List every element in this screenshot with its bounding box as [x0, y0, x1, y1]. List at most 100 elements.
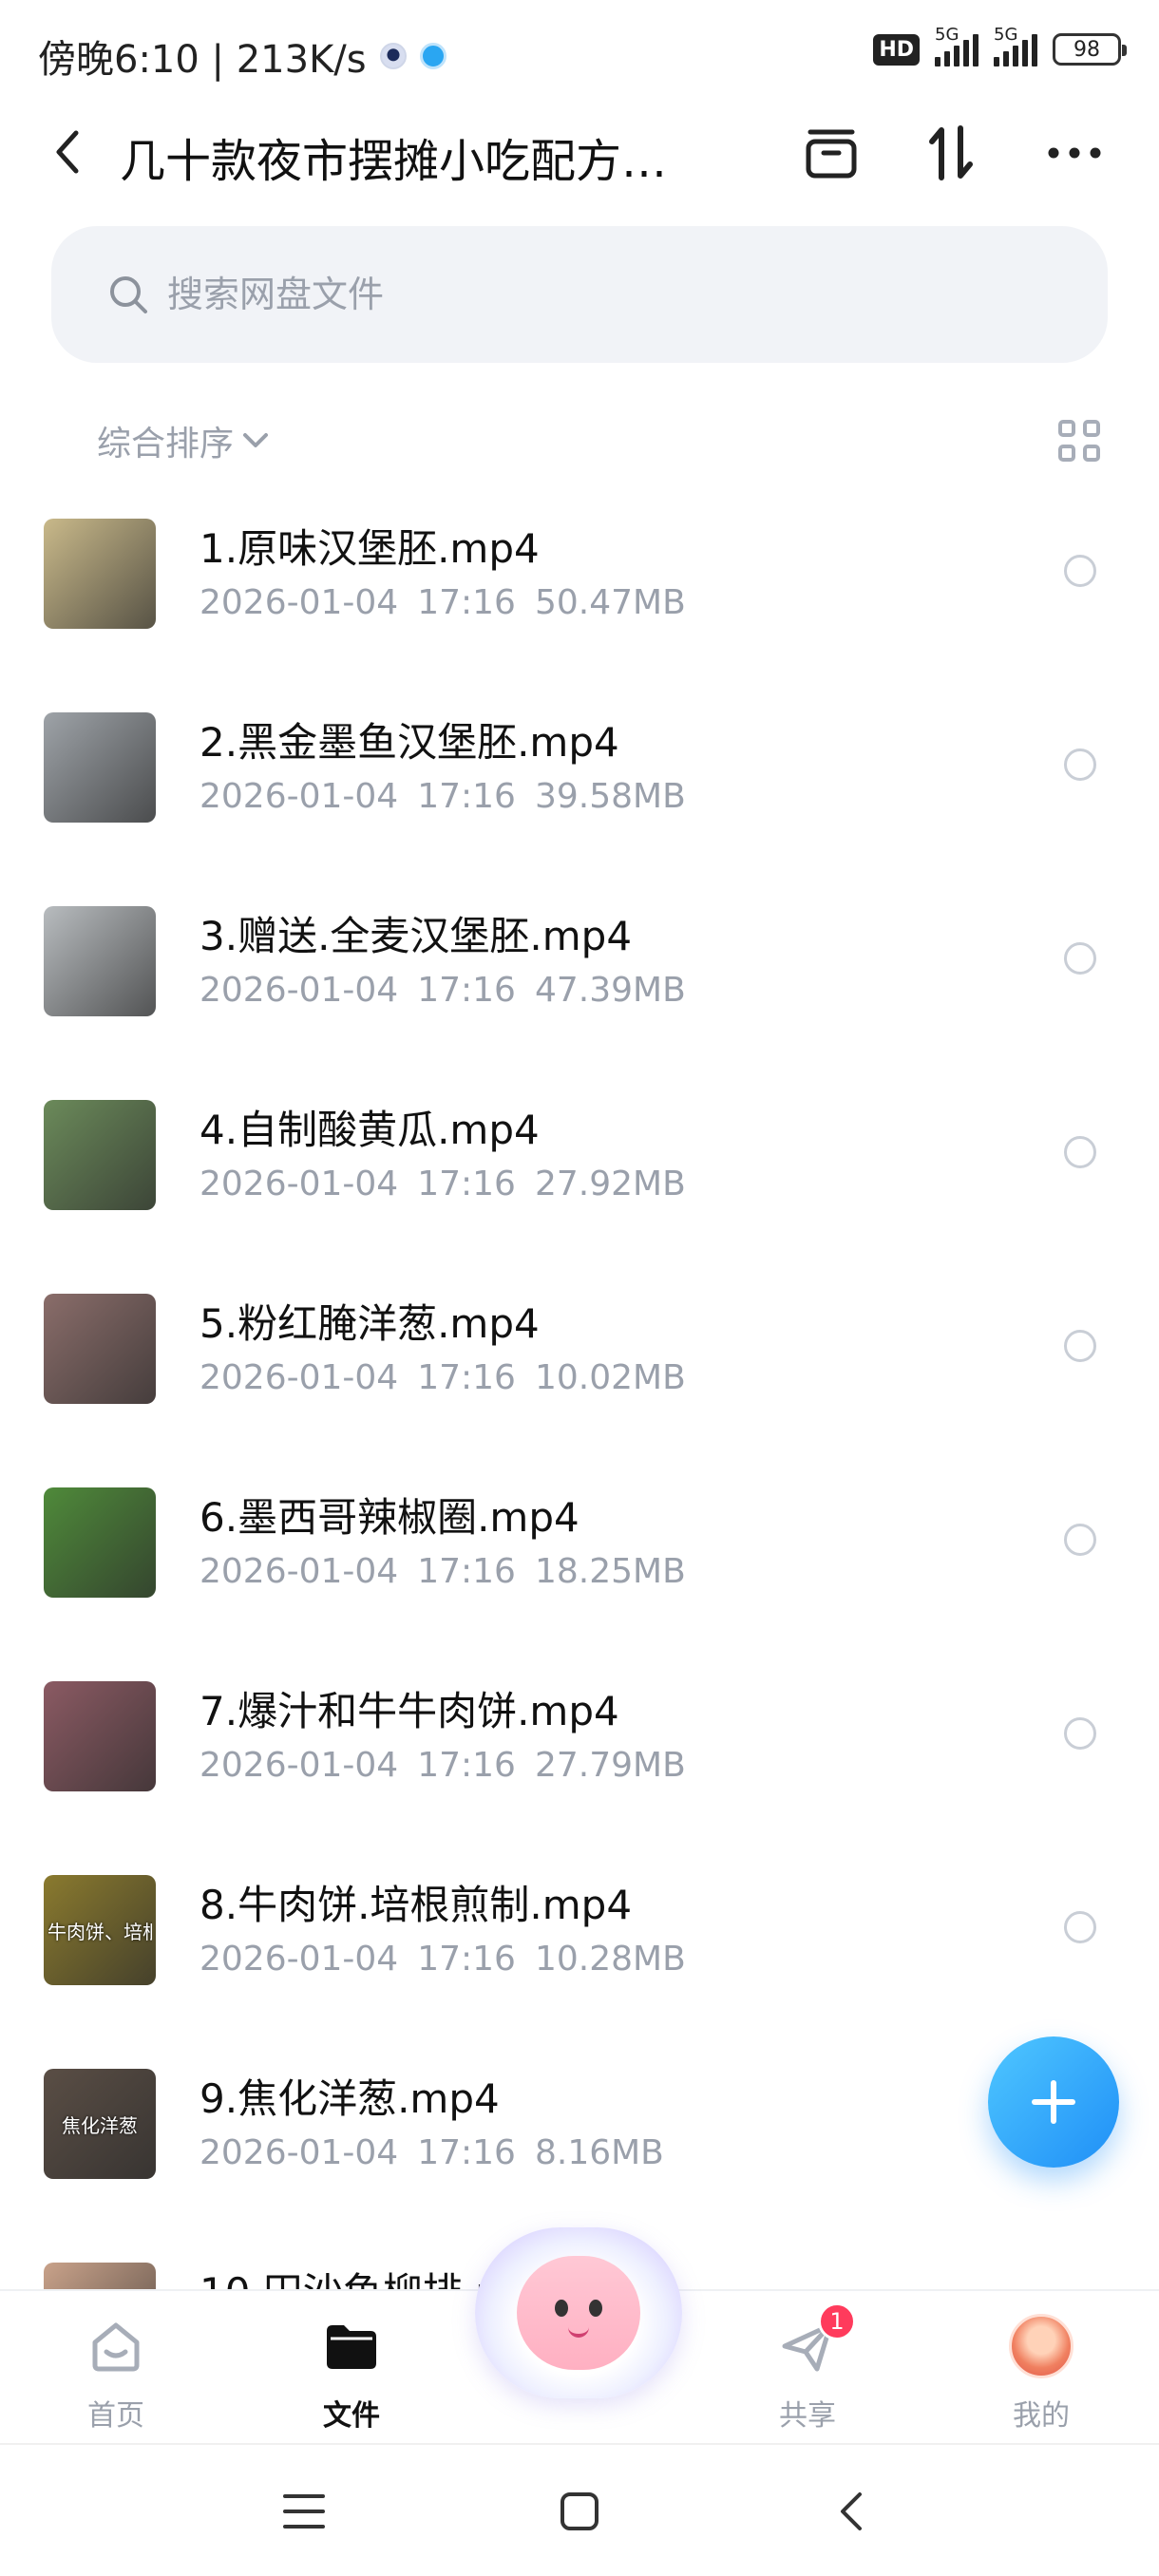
- back-button[interactable]: [44, 125, 91, 179]
- grid-view-button[interactable]: [1054, 416, 1104, 465]
- battery-level: 98: [1074, 37, 1100, 62]
- video-thumbnail: [44, 519, 156, 629]
- file-time: 17:16: [417, 1940, 516, 1979]
- status-bar: 傍晚6:10 | 213K/s HD 5G 5G 98: [0, 0, 1159, 104]
- video-thumbnail: [44, 1487, 156, 1598]
- file-name: 5.粉红腌洋葱.mp4: [200, 1300, 540, 1347]
- select-checkbox[interactable]: [1064, 748, 1096, 781]
- select-checkbox[interactable]: [1064, 555, 1096, 587]
- more-icon: [1048, 147, 1101, 159]
- mascot-icon: [517, 2256, 640, 2370]
- home-system-button[interactable]: [551, 2483, 608, 2540]
- file-size: 50.47MB: [534, 583, 686, 622]
- file-date: 2026-01-04: [200, 1940, 399, 1979]
- nav-files[interactable]: 文件: [276, 2301, 428, 2434]
- sort-dropdown[interactable]: 综合排序: [97, 416, 270, 465]
- file-time: 17:16: [417, 1746, 516, 1785]
- grid-view-icon: [1058, 420, 1075, 437]
- video-thumbnail: [44, 1100, 156, 1210]
- file-time: 17:16: [417, 2133, 516, 2172]
- file-date: 2026-01-04: [200, 583, 399, 622]
- nav-files-label: 文件: [323, 2399, 380, 2433]
- battery-icon: 98: [1053, 33, 1127, 66]
- archive-button[interactable]: [800, 122, 863, 184]
- add-button[interactable]: [988, 2036, 1119, 2168]
- file-row[interactable]: 5.粉红腌洋葱.mp4 2026-01-04 17:16 10.02MB: [0, 1271, 1159, 1465]
- page-title: 几十款夜市摆摊小吃配方…: [120, 135, 668, 188]
- file-date: 2026-01-04: [200, 1165, 399, 1203]
- nav-mine-label: 我的: [1013, 2399, 1070, 2433]
- file-meta: 2026-01-04 17:16 50.47MB: [200, 583, 686, 622]
- file-size: 10.02MB: [534, 1358, 686, 1397]
- nav-share[interactable]: 1 共享: [732, 2301, 884, 2434]
- select-checkbox[interactable]: [1064, 1717, 1096, 1750]
- select-checkbox[interactable]: [1064, 1330, 1096, 1362]
- video-thumbnail: [44, 1294, 156, 1404]
- file-name: 8.牛肉饼.培根煎制.mp4: [200, 1882, 633, 1928]
- select-checkbox[interactable]: [1064, 1911, 1096, 1943]
- file-row[interactable]: 焦化洋葱 9.焦化洋葱.mp4 2026-01-04 17:16 8.16MB: [0, 2046, 1159, 2240]
- video-thumbnail: 牛肉饼、培根煎制: [44, 1875, 156, 1985]
- select-checkbox[interactable]: [1064, 1524, 1096, 1556]
- search-icon: [104, 271, 152, 318]
- file-meta: 2026-01-04 17:16 39.58MB: [200, 777, 686, 816]
- recent-apps-button[interactable]: [276, 2483, 332, 2540]
- file-date: 2026-01-04: [200, 1358, 399, 1397]
- file-name: 2.黑金墨鱼汉堡胚.mp4: [200, 719, 619, 766]
- sort-label: 综合排序: [97, 425, 235, 464]
- file-meta: 2026-01-04 17:16 27.79MB: [200, 1746, 686, 1785]
- more-button[interactable]: [1043, 122, 1106, 184]
- file-name: 1.原味汉堡胚.mp4: [200, 525, 540, 572]
- file-meta: 2026-01-04 17:16 10.02MB: [200, 1358, 686, 1397]
- nav-home[interactable]: 首页: [40, 2301, 192, 2434]
- video-thumbnail: [44, 1681, 156, 1791]
- file-name: 7.爆汁和牛牛肉饼.mp4: [200, 1688, 619, 1734]
- upload-notification-icon: [419, 43, 446, 69]
- file-row[interactable]: 2.黑金墨鱼汉堡胚.mp4 2026-01-04 17:16 39.58MB: [0, 690, 1159, 883]
- sort-icon: [929, 125, 973, 180]
- file-time: 17:16: [417, 1552, 516, 1591]
- file-name: 3.赠送.全麦汉堡胚.mp4: [200, 913, 633, 959]
- thumbnail-caption: 焦化洋葱: [62, 2114, 138, 2137]
- chevron-left-icon: [841, 2492, 862, 2530]
- select-checkbox[interactable]: [1064, 942, 1096, 975]
- file-size: 27.79MB: [534, 1746, 686, 1785]
- select-checkbox[interactable]: [1064, 1136, 1096, 1168]
- file-row[interactable]: 4.自制酸黄瓜.mp4 2026-01-04 17:16 27.92MB: [0, 1077, 1159, 1271]
- signal-icon-1: 5G: [935, 25, 978, 66]
- header: 几十款夜市摆摊小吃配方…: [0, 104, 1159, 199]
- system-nav-bar: [0, 2443, 1159, 2576]
- file-date: 2026-01-04: [200, 1746, 399, 1785]
- nav-share-label: 共享: [779, 2399, 836, 2433]
- assistant-mascot-button[interactable]: [475, 2227, 682, 2398]
- file-time: 17:16: [417, 971, 516, 1010]
- network-type-1: 5G: [935, 25, 960, 45]
- file-date: 2026-01-04: [200, 2133, 399, 2172]
- sort-button[interactable]: [920, 122, 982, 184]
- video-thumbnail: [44, 906, 156, 1016]
- hd-voice-icon: HD: [873, 33, 920, 66]
- file-size: 39.58MB: [534, 777, 686, 816]
- file-date: 2026-01-04: [200, 777, 399, 816]
- back-icon: [56, 130, 79, 174]
- file-meta: 2026-01-04 17:16 27.92MB: [200, 1165, 686, 1203]
- network-type-2: 5G: [994, 25, 1018, 45]
- file-row[interactable]: 牛肉饼、培根煎制 8.牛肉饼.培根煎制.mp4 2026-01-04 17:16 10.…: [0, 1852, 1159, 2046]
- search-input[interactable]: [167, 274, 1022, 315]
- file-size: 10.28MB: [534, 1940, 686, 1979]
- search-bar[interactable]: [51, 226, 1108, 363]
- file-row[interactable]: 1.原味汉堡胚.mp4 2026-01-04 17:16 50.47MB: [0, 496, 1159, 690]
- file-name: 4.自制酸黄瓜.mp4: [200, 1107, 540, 1153]
- file-row[interactable]: 3.赠送.全麦汉堡胚.mp4 2026-01-04 17:16 47.39MB: [0, 883, 1159, 1077]
- back-system-button[interactable]: [823, 2483, 880, 2540]
- file-row[interactable]: 7.爆汁和牛牛肉饼.mp4 2026-01-04 17:16 27.79MB: [0, 1658, 1159, 1852]
- video-thumbnail: 焦化洋葱: [44, 2069, 156, 2179]
- file-row[interactable]: 6.墨西哥辣椒圈.mp4 2026-01-04 17:16 18.25MB: [0, 1465, 1159, 1658]
- nav-mine[interactable]: 我的: [965, 2301, 1117, 2434]
- signal-icon-2: 5G: [994, 25, 1037, 66]
- video-thumbnail: [44, 712, 156, 823]
- file-list: 1.原味汉堡胚.mp4 2026-01-04 17:16 50.47MB 2.黑金墨鱼汉…: [0, 496, 1159, 2434]
- file-size: 27.92MB: [534, 1165, 686, 1203]
- paper-plane-icon: 1: [774, 2302, 856, 2378]
- file-size: 8.16MB: [534, 2133, 664, 2172]
